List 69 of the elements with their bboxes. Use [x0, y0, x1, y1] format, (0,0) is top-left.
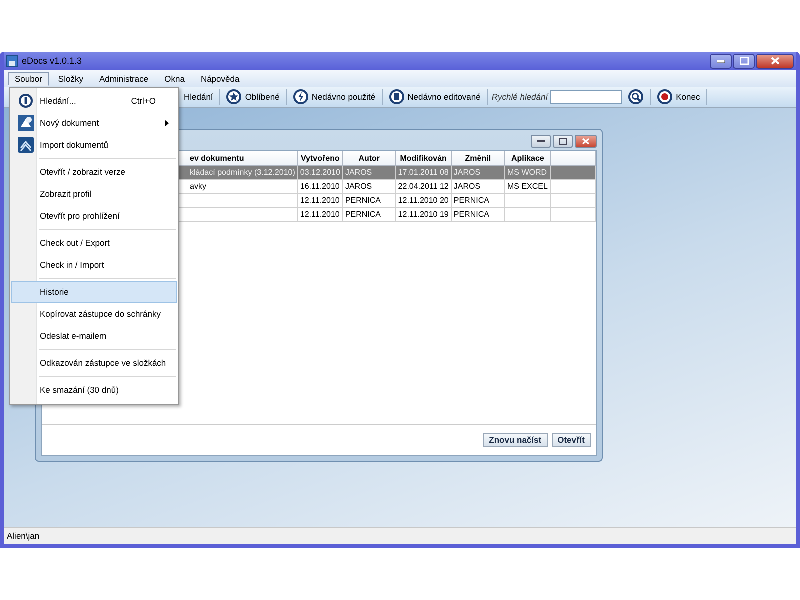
- close-button[interactable]: [575, 135, 597, 148]
- menu-item[interactable]: Import dokumentů: [11, 134, 177, 156]
- menu-item[interactable]: Nový dokument: [11, 112, 177, 134]
- menu-item[interactable]: Check in / Import: [11, 254, 177, 276]
- table-cell: JAROS: [454, 168, 481, 177]
- menu-item[interactable]: Ke smazání (30 dnů): [11, 379, 177, 401]
- toolbar-button[interactable]: Nedávno editované: [386, 88, 483, 106]
- table-cell: 17.01.2011 08: [398, 168, 449, 177]
- table-cell: MS WORD: [507, 168, 548, 177]
- table-cell: 12.11.2010: [300, 210, 340, 219]
- close-icon: [770, 57, 780, 65]
- table-cell: avky: [190, 182, 206, 191]
- menu-item[interactable]: Nápověda: [194, 72, 247, 86]
- table-cell: PERNICA: [454, 196, 490, 205]
- toolbar-button[interactable]: Nedávno použité: [290, 88, 378, 106]
- maximize-icon: [740, 57, 748, 65]
- column-header[interactable]: Vytvořeno: [298, 151, 343, 166]
- table-cell: 16.11.2010: [300, 182, 340, 191]
- import-icon: [18, 137, 34, 153]
- toolbar-button[interactable]: Konec: [655, 88, 702, 106]
- search-label: Rychlé hledání: [492, 92, 548, 102]
- table-cell: MS EXCEL: [507, 182, 548, 191]
- search-icon: [628, 89, 644, 105]
- toolbar-button[interactable]: Hledání: [182, 91, 216, 103]
- menu-item[interactable]: Historie: [11, 281, 177, 303]
- column-header[interactable]: Aplikace: [504, 151, 551, 166]
- table-cell: 12.11.2010 19: [398, 210, 449, 219]
- table-cell: PERNICA: [345, 210, 382, 219]
- close-icon: [582, 138, 590, 145]
- table-cell: 12.11.2010 20: [398, 196, 449, 205]
- table-cell: JAROS: [345, 168, 372, 177]
- push-button[interactable]: Otevřít: [552, 433, 591, 447]
- push-button[interactable]: Znovu načíst: [483, 433, 548, 447]
- maximize-button[interactable]: [553, 135, 573, 148]
- menu-item[interactable]: Odeslat e-mailem: [11, 325, 177, 347]
- menu-item[interactable]: Check out / Export: [11, 232, 177, 254]
- search-button[interactable]: [626, 88, 646, 106]
- table-cell: kládací podmínky (3.12.2010): [190, 168, 296, 177]
- table-cell: JAROS: [345, 182, 372, 191]
- table-cell: 22.04.2011 12: [398, 182, 449, 191]
- menu-item[interactable]: Administrace: [92, 72, 156, 86]
- minimize-button[interactable]: [531, 135, 551, 148]
- table-cell: PERNICA: [345, 196, 382, 205]
- table-cell: 03.12.2010: [300, 168, 340, 177]
- menu-item[interactable]: Hledání... Ctrl+O: [11, 90, 177, 112]
- maximize-button[interactable]: [733, 54, 755, 68]
- minimize-icon: [537, 140, 545, 143]
- column-header[interactable]: Autor: [342, 151, 396, 166]
- minimize-button[interactable]: [710, 54, 732, 68]
- menu-item[interactable]: Kopírovat zástupce do schránky: [11, 303, 177, 325]
- table-cell: PERNICA: [454, 210, 490, 219]
- close-button[interactable]: [756, 54, 794, 68]
- column-header[interactable]: Modifikován: [396, 151, 452, 166]
- column-header[interactable]: Změnil: [451, 151, 505, 166]
- menu-item[interactable]: Odkazován zástupce ve složkách: [11, 352, 177, 374]
- star-icon: [226, 89, 242, 105]
- maximize-icon: [559, 138, 567, 145]
- search-field[interactable]: [550, 90, 622, 104]
- minimize-icon: [717, 60, 725, 62]
- shortcut-text: Ctrl+O: [131, 96, 156, 106]
- menu-item[interactable]: Složky: [51, 72, 90, 86]
- table-cell: 12.11.2010: [300, 196, 340, 205]
- table-cell: JAROS: [454, 182, 481, 191]
- window-title: eDocs v1.0.1.3: [22, 56, 82, 66]
- menu-item[interactable]: Okna: [158, 72, 192, 86]
- toolbar-button[interactable]: Oblíbené: [224, 88, 282, 106]
- lightning-icon: [292, 89, 309, 105]
- status-text: Alien\jan: [7, 531, 40, 541]
- menu-item[interactable]: Soubor: [8, 72, 50, 86]
